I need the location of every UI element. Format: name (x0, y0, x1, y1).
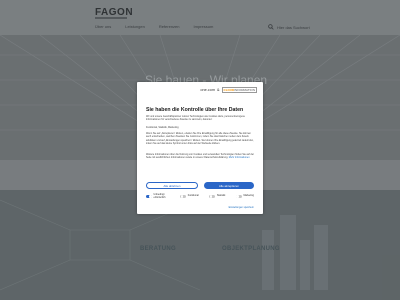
toggle-statistics-label: Statistik (216, 194, 226, 198)
toggle-necessary-switch[interactable] (146, 195, 152, 199)
toggle-marketing-switch[interactable] (235, 195, 242, 199)
brand-ci-prefix: CLOUD (223, 88, 235, 92)
consent-title: Sie haben die Kontrolle über Ihre Daten (146, 107, 244, 113)
brand-ampersand: & (217, 88, 220, 92)
toggle-functional[interactable]: Funktional (180, 194, 199, 199)
brand-cloudinformation: CLOUDINFORMATION (221, 87, 257, 93)
cookie-consent-dialog: one.com & CLOUDINFORMATION Sie haben die… (137, 82, 263, 214)
toggle-statistics[interactable]: Statistik (209, 194, 226, 199)
toggle-necessary[interactable]: Unbedingt erforderlich (146, 193, 170, 199)
toggle-statistics-switch[interactable] (209, 195, 216, 199)
consent-more-info-text: Weitere Informationen über die Nutzung v… (146, 153, 254, 160)
consent-toggle-row: Unbedingt erforderlich Funktional Statis… (146, 193, 254, 199)
consent-purposes-text: Funktional, Statistik, Marketing (146, 126, 179, 129)
toggle-necessary-label: Unbedingt erforderlich (153, 193, 166, 199)
toggle-marketing-label: Marketing (243, 194, 254, 198)
consent-button-row: Alle ablehnen Alle akzeptieren (146, 182, 254, 189)
toggle-functional-label: Funktional (187, 194, 199, 198)
accept-all-button[interactable]: Alle akzeptieren (204, 182, 254, 189)
consent-intro-text: Wir und unsere Geschäftspartner nutzen T… (146, 115, 245, 122)
consent-provider-logo: one.com & CLOUDINFORMATION (200, 87, 257, 93)
toggle-marketing[interactable]: Marketing (235, 194, 254, 199)
brand-ci-suffix: INFORMATION (234, 88, 255, 92)
consent-explanation-text: Wenn Sie auf „Akzeptieren“ klicken, erte… (146, 132, 254, 145)
brand-onecom: one.com (200, 88, 215, 92)
reject-all-button[interactable]: Alle ablehnen (146, 182, 198, 189)
toggle-functional-switch[interactable] (180, 195, 187, 199)
more-info-link[interactable]: Mehr Informationen (229, 156, 250, 159)
save-settings-link[interactable]: Einstellungen speichern (229, 206, 254, 209)
